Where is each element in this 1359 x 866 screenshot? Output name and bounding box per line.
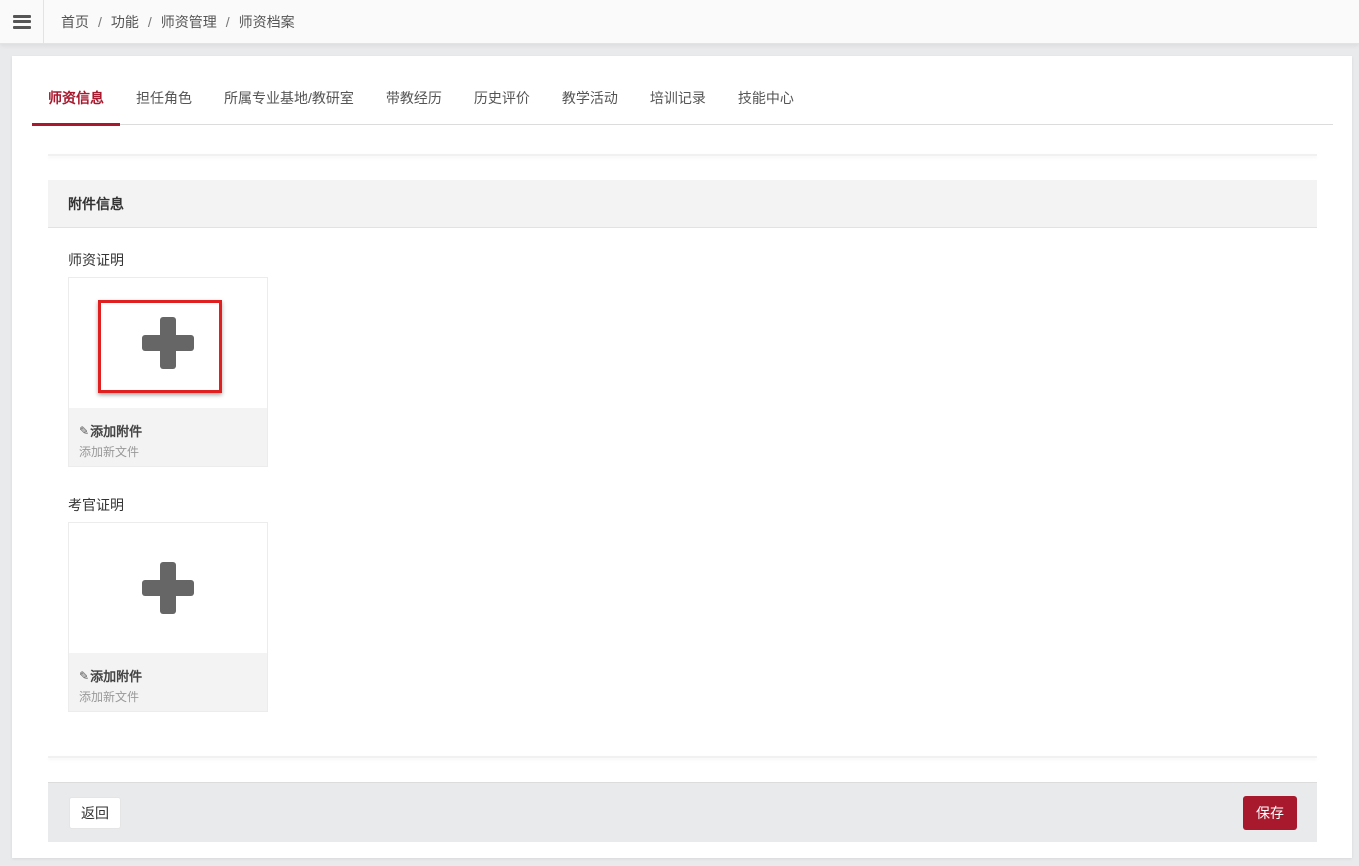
top-bar: 首页 / 功能 / 师资管理 / 师资档案 [0,0,1359,44]
tab-bar: 师资信息 担任角色 所属专业基地/教研室 带教经历 历史评价 教学活动 培训记录… [32,80,1333,126]
upload-title: 添加附件 [90,669,143,684]
field-label-teacher-certificate: 师资证明 [68,252,124,268]
tab-training-records[interactable]: 培训记录 [634,80,722,125]
paperclip-icon: ✎ [79,423,90,438]
tab-history-evaluation[interactable]: 历史评价 [458,80,546,125]
section-divider [48,154,1317,156]
upload-examiner-certificate[interactable]: ✎ 添加附件 添加新文件 [68,522,268,712]
highlight-box [98,300,222,393]
upload-preview[interactable] [69,523,267,653]
upload-title-row: ✎ 添加附件 [79,666,267,685]
breadcrumb-separator: / [225,13,230,30]
upload-subtitle: 添加新文件 [79,690,140,704]
save-button[interactable]: 保存 [1243,796,1297,830]
breadcrumb-separator: / [98,13,102,30]
tab-roles[interactable]: 担任角色 [120,80,208,125]
upload-title-row: ✎ 添加附件 [79,421,267,440]
plus-icon [142,562,194,614]
breadcrumb-function[interactable]: 功能 [111,12,139,32]
breadcrumb: 首页 / 功能 / 师资管理 / 师资档案 [44,12,295,32]
tab-teaching-experience[interactable]: 带教经历 [370,80,458,125]
breadcrumb-separator: / [147,13,152,30]
menu-toggle-button[interactable] [0,0,44,44]
main-card: 师资信息 担任角色 所属专业基地/教研室 带教经历 历史评价 教学活动 培训记录… [12,56,1352,858]
paperclip-icon: ✎ [79,668,90,683]
upload-footer: ✎ 添加附件 添加新文件 [69,408,267,466]
upload-title: 添加附件 [90,424,143,439]
section-header-attachments: 附件信息 [48,180,1317,228]
breadcrumb-teacher-archive: 师资档案 [238,13,295,30]
tab-skill-center[interactable]: 技能中心 [722,80,810,125]
upload-subtitle: 添加新文件 [79,445,140,459]
section-divider [48,756,1317,758]
action-bar: 返回 保存 [48,782,1317,842]
back-button[interactable]: 返回 [69,797,121,829]
upload-teacher-certificate[interactable]: ✎ 添加附件 添加新文件 [68,277,268,467]
breadcrumb-teacher-management[interactable]: 师资管理 [161,12,217,32]
tab-base-office[interactable]: 所属专业基地/教研室 [208,80,370,125]
upload-footer: ✎ 添加附件 添加新文件 [69,653,267,711]
tab-teacher-info[interactable]: 师资信息 [32,80,120,126]
breadcrumb-home[interactable]: 首页 [61,12,89,32]
tab-teaching-activities[interactable]: 教学活动 [546,80,634,125]
field-label-examiner-certificate: 考官证明 [68,497,124,513]
hamburger-menu-icon [12,14,31,29]
